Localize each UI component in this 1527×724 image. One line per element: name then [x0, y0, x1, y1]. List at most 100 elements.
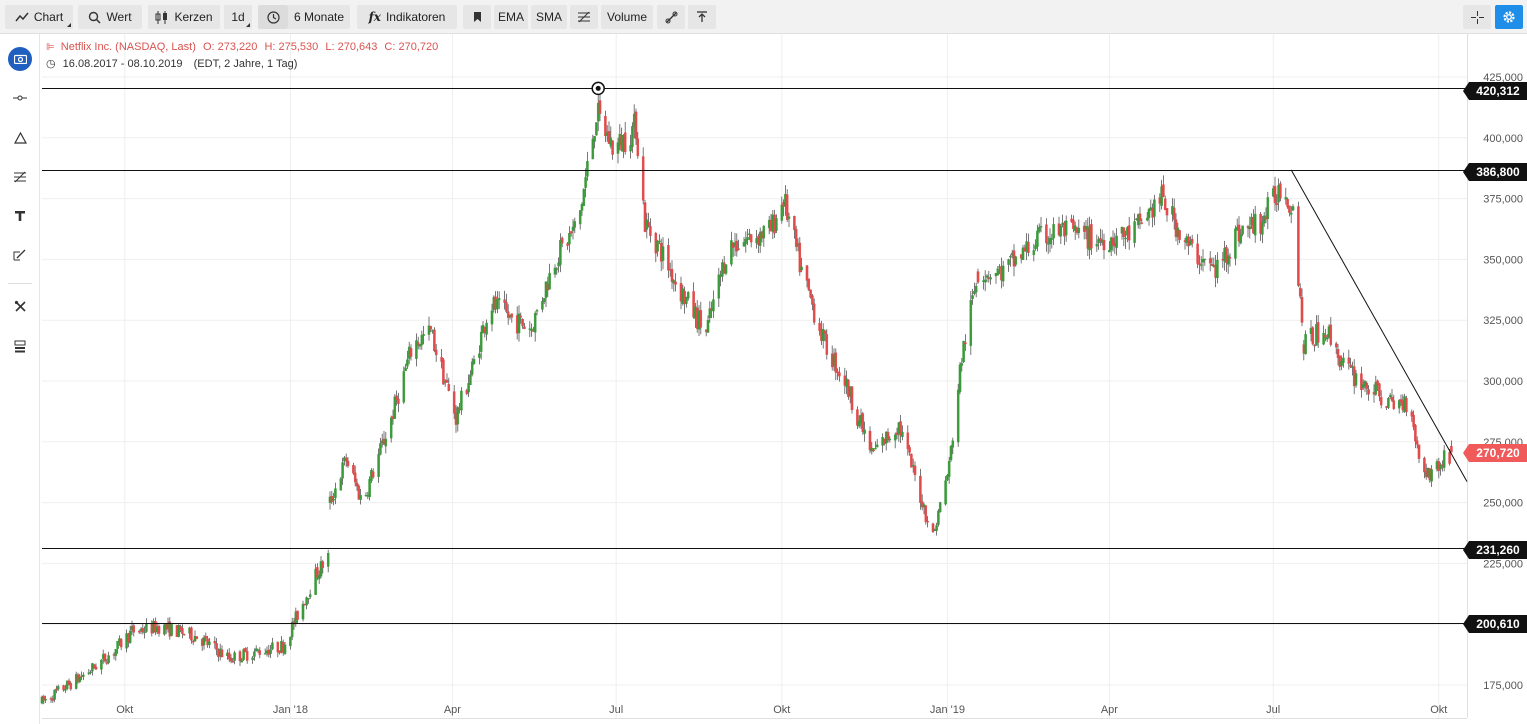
candle-body — [345, 458, 347, 461]
candle-body — [1053, 224, 1055, 238]
candle-body — [322, 562, 324, 568]
volume-button[interactable]: Volume — [601, 5, 653, 29]
candle-body — [543, 298, 545, 302]
low-label: L: — [325, 41, 334, 53]
y-tick-label: 350,000 — [1483, 254, 1523, 266]
candle-body — [234, 653, 236, 661]
hline-label-1: 420,312 — [1469, 82, 1527, 100]
candle-body — [808, 279, 810, 290]
candle-body — [423, 334, 425, 335]
candle-body — [579, 210, 581, 224]
candle-body — [354, 473, 356, 482]
candle-body — [1405, 398, 1407, 412]
candle-body — [270, 650, 272, 654]
candle-body — [208, 642, 210, 645]
candle-body — [45, 699, 47, 700]
kerzen-button[interactable]: Kerzen — [148, 5, 220, 29]
candle-body — [115, 649, 117, 656]
kerzen-button-label: Kerzen — [174, 10, 212, 24]
candle-body — [813, 304, 815, 323]
candle-body — [1242, 226, 1244, 235]
ema-button[interactable]: EMA — [494, 5, 528, 29]
candle-body — [568, 233, 570, 244]
sma-button-label: SMA — [536, 10, 562, 24]
candle-body — [826, 334, 828, 354]
crosshair-button[interactable] — [1463, 5, 1491, 29]
candle-body — [57, 686, 59, 689]
candle-body — [658, 241, 660, 242]
candle-body — [925, 506, 927, 522]
interval-button[interactable]: 1d — [224, 5, 252, 29]
candle-body — [1197, 244, 1199, 264]
candle-body — [433, 330, 435, 351]
price-chart[interactable]: 175,000200,000225,000250,000275,000300,0… — [0, 34, 1527, 724]
candle-body — [1033, 250, 1035, 254]
candle-body — [264, 653, 266, 654]
candle-body — [340, 479, 342, 491]
candle-body — [637, 139, 639, 156]
candle-body — [246, 651, 248, 660]
candle-body — [957, 390, 959, 442]
candle-body — [707, 320, 709, 332]
chart-button[interactable]: Chart — [5, 5, 73, 29]
candle-body — [631, 126, 633, 146]
clock-button[interactable] — [258, 5, 288, 29]
candle-body — [360, 495, 362, 499]
fx-icon: fx — [369, 10, 381, 24]
candle-body — [1342, 358, 1344, 363]
candle-body — [1326, 338, 1328, 340]
candle-body — [117, 641, 119, 649]
candle-body — [889, 439, 891, 440]
y-tick-label: 250,000 — [1483, 498, 1523, 510]
candle-body — [1116, 236, 1118, 248]
candle-body — [496, 299, 498, 309]
candle-body — [421, 335, 423, 345]
export-button[interactable] — [688, 5, 716, 29]
candle-body — [158, 626, 160, 633]
candle-body — [1317, 322, 1319, 342]
range-button[interactable]: 6 Monate — [288, 5, 350, 29]
indicator-settings-button[interactable] — [570, 5, 598, 29]
hline-label-4: 200,610 — [1469, 615, 1527, 633]
candle-body — [244, 648, 246, 652]
sma-button[interactable]: SMA — [531, 5, 567, 29]
close-label: C: — [384, 41, 395, 53]
candle-body — [430, 326, 432, 329]
candle-body — [1323, 333, 1325, 344]
candle-body — [795, 229, 797, 247]
candle-body — [725, 265, 727, 274]
candle-body — [1227, 255, 1229, 264]
candle-body — [1065, 221, 1067, 235]
candle-body — [649, 226, 651, 235]
candle-body — [523, 327, 525, 329]
candle-body — [919, 476, 921, 503]
candle-body — [241, 660, 243, 662]
candle-body — [793, 216, 795, 230]
candle-body — [583, 189, 585, 206]
candle-body — [446, 380, 448, 383]
candle-body — [253, 652, 255, 657]
ema-button-label: EMA — [498, 10, 524, 24]
candle-body — [239, 652, 241, 661]
draw-button[interactable] — [657, 5, 685, 29]
indikatoren-button[interactable]: fx Indikatoren — [357, 5, 457, 29]
candle-body — [297, 611, 299, 620]
wert-button[interactable]: Wert — [78, 5, 142, 29]
candle-body — [372, 472, 374, 478]
candle-body — [936, 525, 938, 530]
candle-body — [1378, 384, 1380, 396]
candle-body — [352, 465, 354, 473]
candle-body — [927, 521, 929, 522]
close-value: 270,720 — [398, 41, 438, 53]
candle-body — [594, 136, 596, 141]
candle-body — [675, 282, 677, 285]
gear-icon — [1502, 10, 1516, 24]
candle-body — [671, 269, 673, 282]
settings-button[interactable] — [1495, 5, 1523, 29]
candle-body — [961, 363, 963, 365]
candle-body — [356, 483, 358, 486]
candlestick-icon — [155, 11, 169, 24]
candle-body — [662, 247, 664, 261]
bookmark-button[interactable] — [463, 5, 491, 29]
candle-body — [586, 161, 588, 176]
